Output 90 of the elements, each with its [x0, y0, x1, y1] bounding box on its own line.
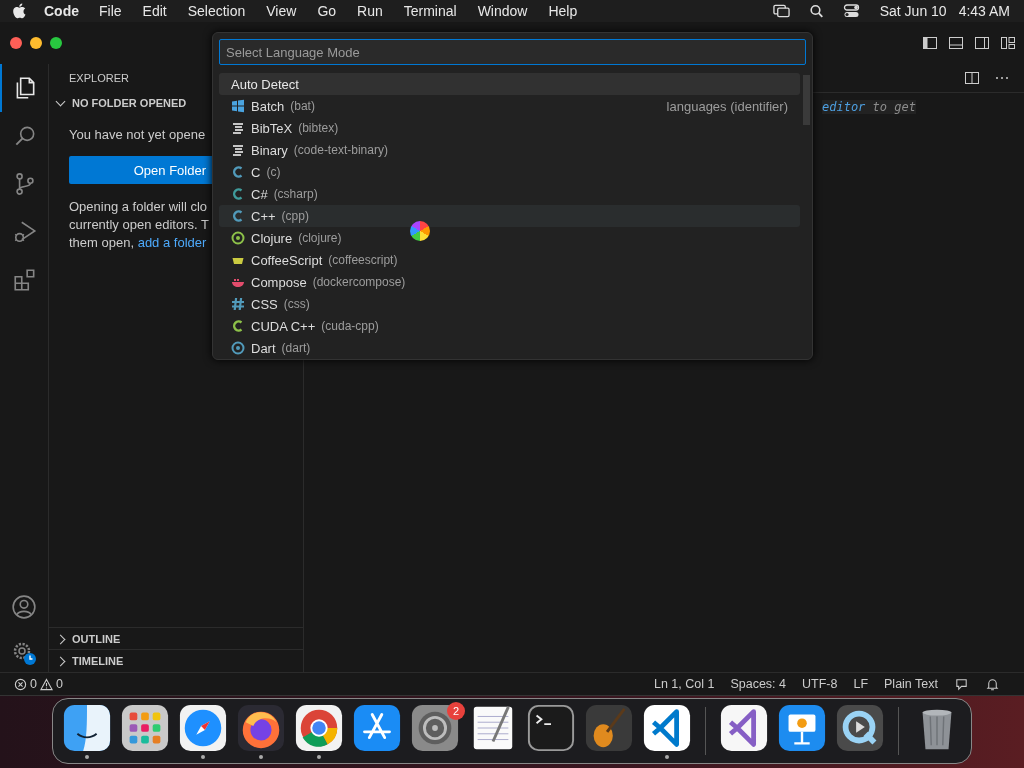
language-identifier: (dart) — [281, 341, 311, 355]
visual-studio-app-icon[interactable] — [719, 703, 769, 753]
editor-hint: editor to get — [822, 100, 916, 114]
language-identifier: (code-text-binary) — [293, 143, 388, 157]
warning-icon[interactable] — [39, 677, 53, 691]
feedback-icon[interactable] — [954, 676, 969, 692]
firefox-app-icon[interactable] — [236, 703, 286, 753]
screen-mirroring-icon[interactable] — [772, 4, 790, 18]
vscode-app-icon[interactable] — [642, 703, 692, 753]
app-store-app-icon[interactable] — [352, 703, 402, 753]
control-center-icon[interactable] — [842, 4, 860, 18]
language-identifier: (coffeescript) — [328, 253, 398, 267]
language-identifier: (cpp) — [281, 209, 309, 223]
search-icon[interactable] — [807, 4, 825, 18]
language-option[interactable]: C# — [251, 186, 268, 202]
status-item[interactable]: UTF-8 — [802, 677, 838, 691]
column-label: languages (identifier) — [666, 98, 788, 114]
terminal-app-icon[interactable] — [526, 703, 576, 753]
bell-icon[interactable] — [985, 676, 1000, 692]
language-identifier: (c) — [266, 165, 281, 179]
language-option[interactable]: CoffeeScript — [251, 252, 323, 268]
status-item[interactable]: Ln 1, Col 1 — [653, 677, 715, 691]
menu-item[interactable]: View — [266, 3, 297, 19]
language-option[interactable]: C++ — [251, 208, 276, 224]
language-search-field[interactable]: Select Language Mode — [219, 39, 806, 65]
app-menu[interactable]: Code — [44, 3, 79, 19]
language-option[interactable]: Compose — [251, 274, 307, 290]
language-identifier: (clojure) — [298, 231, 342, 245]
status-item[interactable]: LF — [853, 677, 869, 691]
language-option[interactable]: C — [251, 164, 261, 180]
finder-app-icon[interactable] — [62, 703, 112, 753]
section-header[interactable]: NO FOLDER OPENED — [49, 92, 187, 114]
section-header[interactable]: OUTLINE — [49, 628, 303, 650]
language-identifier: (bibtex) — [298, 121, 339, 135]
language-option[interactable]: CUDA C++ — [251, 318, 316, 334]
close-button[interactable] — [10, 37, 22, 49]
menu-bar-time[interactable]: 4:43 AM — [958, 3, 1010, 19]
warning-count[interactable]: 0 — [55, 677, 63, 691]
menu-item[interactable]: Selection — [187, 3, 246, 19]
language-option[interactable]: Auto Detect — [219, 73, 800, 95]
sidebar-title: EXPLORER — [69, 71, 129, 86]
toggle-panel-icon[interactable] — [948, 35, 964, 51]
language-option[interactable]: Clojure — [251, 230, 293, 246]
language-identifier: (csharp) — [273, 187, 318, 201]
menu-item[interactable]: Go — [317, 3, 337, 19]
status-item[interactable]: Spaces: 4 — [730, 677, 786, 691]
section-header[interactable]: TIMELINE — [49, 650, 303, 672]
help-text: them open, — [69, 235, 136, 250]
language-identifier: (dockercompose) — [312, 275, 406, 289]
menu-item[interactable]: Terminal — [403, 3, 457, 19]
quicktime-app-icon[interactable] — [835, 703, 885, 753]
message-text: You have not yet opene — [69, 126, 206, 144]
menu-item[interactable]: Edit — [142, 3, 167, 19]
launchpad-app-icon[interactable] — [120, 703, 170, 753]
keynote-app-icon[interactable] — [777, 703, 827, 753]
menu-bar-date[interactable]: Sat Jun 10 — [879, 3, 947, 19]
error-count[interactable]: 0 — [30, 677, 37, 691]
safari-app-icon[interactable] — [178, 703, 228, 753]
add-folder-link[interactable]: add a folder — [137, 235, 207, 250]
menu-item[interactable]: Run — [357, 3, 383, 19]
help-text: Opening a folder will clo — [69, 198, 208, 216]
scrollbar[interactable] — [803, 75, 810, 125]
help-text: currently open editors. T — [69, 216, 209, 234]
language-identifier: (bat) — [290, 99, 315, 113]
status-item[interactable]: Plain Text — [884, 677, 938, 691]
split-editor-icon[interactable] — [964, 70, 980, 86]
apple-icon[interactable] — [12, 3, 26, 19]
chrome-app-icon[interactable] — [294, 703, 344, 753]
language-option[interactable]: BibTeX — [251, 120, 293, 136]
notification-badge: 2 — [447, 702, 465, 720]
customize-layout-icon[interactable] — [1000, 35, 1016, 51]
language-option[interactable]: Binary — [251, 142, 288, 158]
settings-icon[interactable] — [11, 640, 37, 666]
minimize-button[interactable] — [30, 37, 42, 49]
menu-item[interactable]: File — [99, 3, 122, 19]
zoom-button[interactable] — [50, 37, 62, 49]
language-identifier: (css) — [283, 297, 310, 311]
toggle-secondary-sidebar-icon[interactable] — [974, 35, 990, 51]
language-option[interactable]: CSS — [251, 296, 278, 312]
language-option[interactable]: Batch — [251, 98, 285, 114]
language-identifier: (cuda-cpp) — [321, 319, 379, 333]
account-icon[interactable] — [11, 594, 37, 620]
guitar-app-icon[interactable] — [584, 703, 634, 753]
menu-item[interactable]: Help — [548, 3, 578, 19]
language-option[interactable]: Dart — [251, 340, 276, 356]
menu-item[interactable]: Window — [477, 3, 528, 19]
settings-app-icon[interactable] — [410, 703, 460, 753]
error-icon[interactable] — [14, 677, 27, 691]
toggle-sidebar-icon[interactable] — [922, 35, 938, 51]
open-folder-button[interactable]: Open Folder — [69, 156, 212, 184]
